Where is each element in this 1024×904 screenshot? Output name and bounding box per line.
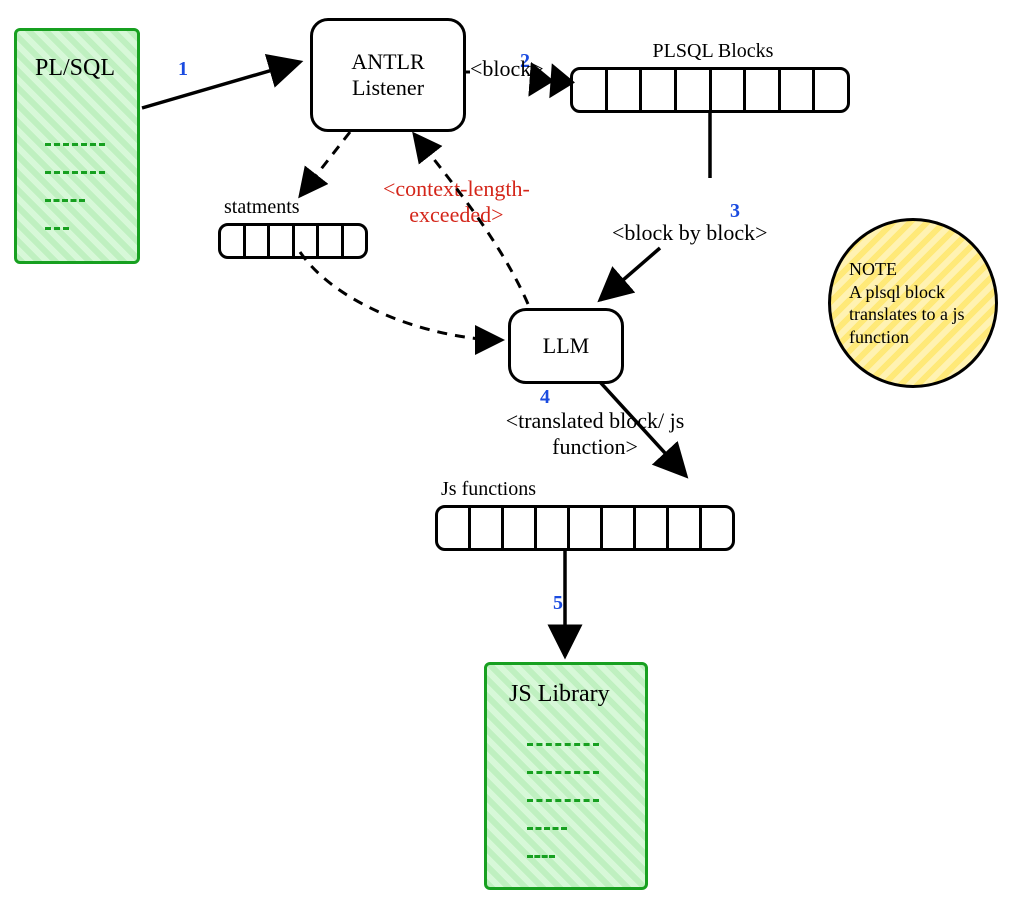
arrows-layer	[0, 0, 1024, 904]
